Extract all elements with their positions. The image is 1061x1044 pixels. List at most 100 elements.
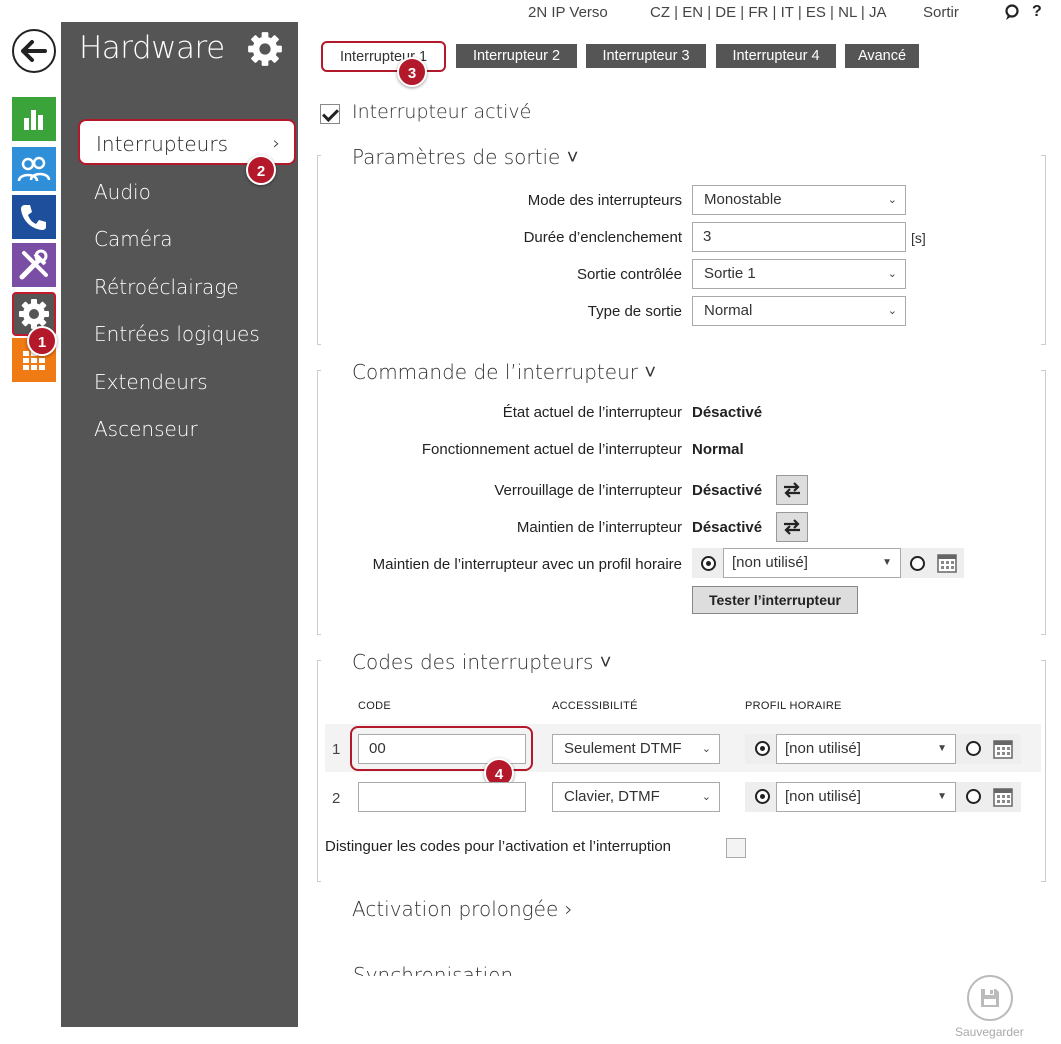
tab-avance[interactable]: Avancé <box>845 44 919 68</box>
tab-interrupteur-3[interactable]: Interrupteur 3 <box>586 44 706 68</box>
output-select[interactable]: Sortie 1 ⌄ <box>692 259 906 289</box>
hold-toggle-button[interactable] <box>776 512 808 542</box>
duration-unit: [s] <box>911 230 926 246</box>
caret-down-icon: ▼ <box>937 791 947 802</box>
menu-item-extendeurs[interactable]: Extendeurs <box>61 359 298 405</box>
hold-value: Désactivé <box>692 519 763 536</box>
swap-arrows-icon <box>784 519 800 535</box>
section-border <box>1041 155 1046 345</box>
profile-label: Maintien de l’interrupteur avec un profi… <box>372 556 682 573</box>
tab-interrupteur-2[interactable]: Interrupteur 2 <box>456 44 577 68</box>
marker-2: 2 <box>246 155 276 185</box>
section-border <box>1041 660 1046 882</box>
profile-radio-select[interactable] <box>755 741 770 756</box>
operation-label: Fonctionnement actuel de l’interrupteur <box>421 441 682 458</box>
chevron-down-icon: ⌄ <box>701 791 711 803</box>
floppy-disk-icon <box>981 989 999 1007</box>
back-arrow-icon <box>21 40 47 62</box>
device-name: 2N IP Verso <box>528 4 608 21</box>
profile-radio-calendar[interactable] <box>966 789 981 804</box>
profile-select-1[interactable]: [non utilisé] ▼ <box>776 734 956 764</box>
profile-radio-select[interactable] <box>755 789 770 804</box>
profile-select[interactable]: [non utilisé] ▼ <box>723 548 901 578</box>
test-switch-button[interactable]: Tester l’interrupteur <box>692 586 858 614</box>
rail-services-button[interactable] <box>12 195 56 239</box>
access-select-2[interactable]: Clavier, DTMF ⌄ <box>552 782 720 812</box>
chevron-right-icon: › <box>272 133 280 154</box>
back-button[interactable] <box>12 29 56 73</box>
col-code-header: CODE <box>358 700 391 712</box>
menu-item-entrees-logiques[interactable]: Entrées logiques <box>61 311 298 357</box>
state-label: État actuel de l’interrupteur <box>502 404 682 421</box>
control-section-title[interactable]: Commande de l’interrupteur ˅ <box>352 360 656 385</box>
rail-status-button[interactable] <box>12 97 56 141</box>
col-access-header: ACCESSIBILITÉ <box>552 700 638 712</box>
switch-enabled-label: Interrupteur activé <box>352 101 532 123</box>
profile-select-2[interactable]: [non utilisé] ▼ <box>776 782 956 812</box>
type-value: Normal <box>704 302 753 319</box>
tab-interrupteur-1[interactable]: Interrupteur 1 <box>321 41 446 72</box>
profile-value: [non utilisé] <box>732 554 808 571</box>
language-links[interactable]: CZ | EN | DE | FR | IT | ES | NL | JA <box>650 4 886 21</box>
chevron-down-icon: ⌄ <box>887 268 897 280</box>
profile-value: [non utilisé] <box>785 788 861 805</box>
marker-1: 1 <box>27 326 57 356</box>
section-border <box>317 370 321 635</box>
menu-item-camera[interactable]: Caméra <box>61 216 298 262</box>
swap-arrows-icon <box>784 482 800 498</box>
calendar-icon[interactable] <box>937 553 957 573</box>
codes-section-title[interactable]: Codes des interrupteurs ˅ <box>352 650 611 675</box>
code-input-2[interactable] <box>358 782 526 812</box>
icon-rail <box>0 0 62 1044</box>
menu-settings-button[interactable] <box>247 31 283 72</box>
calendar-icon[interactable] <box>993 787 1013 807</box>
users-icon <box>17 156 51 182</box>
col-profile-header: PROFIL HORAIRE <box>745 700 842 712</box>
menu-item-label: Interrupteurs <box>96 132 229 156</box>
switch-enabled-checkbox[interactable] <box>320 104 340 124</box>
partial-section-title[interactable]: Synchronisation <box>353 963 513 976</box>
extended-section-title[interactable]: Activation prolongée › <box>352 897 573 921</box>
search-help-button[interactable] <box>1004 4 1020 22</box>
row-number: 2 <box>332 790 341 807</box>
chevron-down-icon: ⌄ <box>887 305 897 317</box>
access-value: Seulement DTMF <box>564 740 682 757</box>
rail-directory-button[interactable] <box>12 147 56 191</box>
access-value: Clavier, DTMF <box>564 788 660 805</box>
output-label: Sortie contrôlée <box>576 266 682 283</box>
access-select-1[interactable]: Seulement DTMF ⌄ <box>552 734 720 764</box>
chevron-down-icon: ⌄ <box>887 194 897 206</box>
caret-down-icon: ▼ <box>882 557 892 568</box>
gear-icon <box>19 299 49 329</box>
lock-label: Verrouillage de l’interrupteur <box>494 482 682 499</box>
profile-radio-select[interactable] <box>701 556 716 571</box>
mode-select[interactable]: Monostable ⌄ <box>692 185 906 215</box>
distinguish-checkbox[interactable] <box>726 838 746 858</box>
output-section-title[interactable]: Paramètres de sortie ˅ <box>352 145 578 170</box>
lock-value: Désactivé <box>692 482 763 499</box>
lock-toggle-button[interactable] <box>776 475 808 505</box>
logout-link[interactable]: Sortir <box>923 4 959 21</box>
save-button[interactable] <box>967 975 1013 1021</box>
save-label: Sauvegarder <box>955 1025 1024 1039</box>
profile-radio-calendar[interactable] <box>910 556 925 571</box>
tab-interrupteur-4[interactable]: Interrupteur 4 <box>716 44 836 68</box>
gear-icon <box>248 32 282 66</box>
tools-icon <box>19 249 48 280</box>
chevron-down-icon: ⌄ <box>701 743 711 755</box>
mode-label: Mode des interrupteurs <box>527 192 682 209</box>
calendar-icon[interactable] <box>993 739 1013 759</box>
menu-title: Hardware <box>79 30 225 66</box>
duration-input[interactable]: 3 <box>692 222 906 252</box>
marker-3: 3 <box>397 57 427 87</box>
output-value: Sortie 1 <box>704 265 756 282</box>
rail-system-button[interactable] <box>12 243 56 287</box>
menu-item-ascenseur[interactable]: Ascenseur <box>61 406 298 452</box>
profile-radio-calendar[interactable] <box>966 741 981 756</box>
section-border <box>317 660 321 882</box>
hold-label: Maintien de l’interrupteur <box>516 519 682 536</box>
distinguish-label: Distinguer les codes pour l’activation e… <box>325 838 672 855</box>
help-button[interactable]: ? <box>1032 3 1042 21</box>
type-select[interactable]: Normal ⌄ <box>692 296 906 326</box>
menu-item-retroeclairage[interactable]: Rétroéclairage <box>61 264 298 310</box>
